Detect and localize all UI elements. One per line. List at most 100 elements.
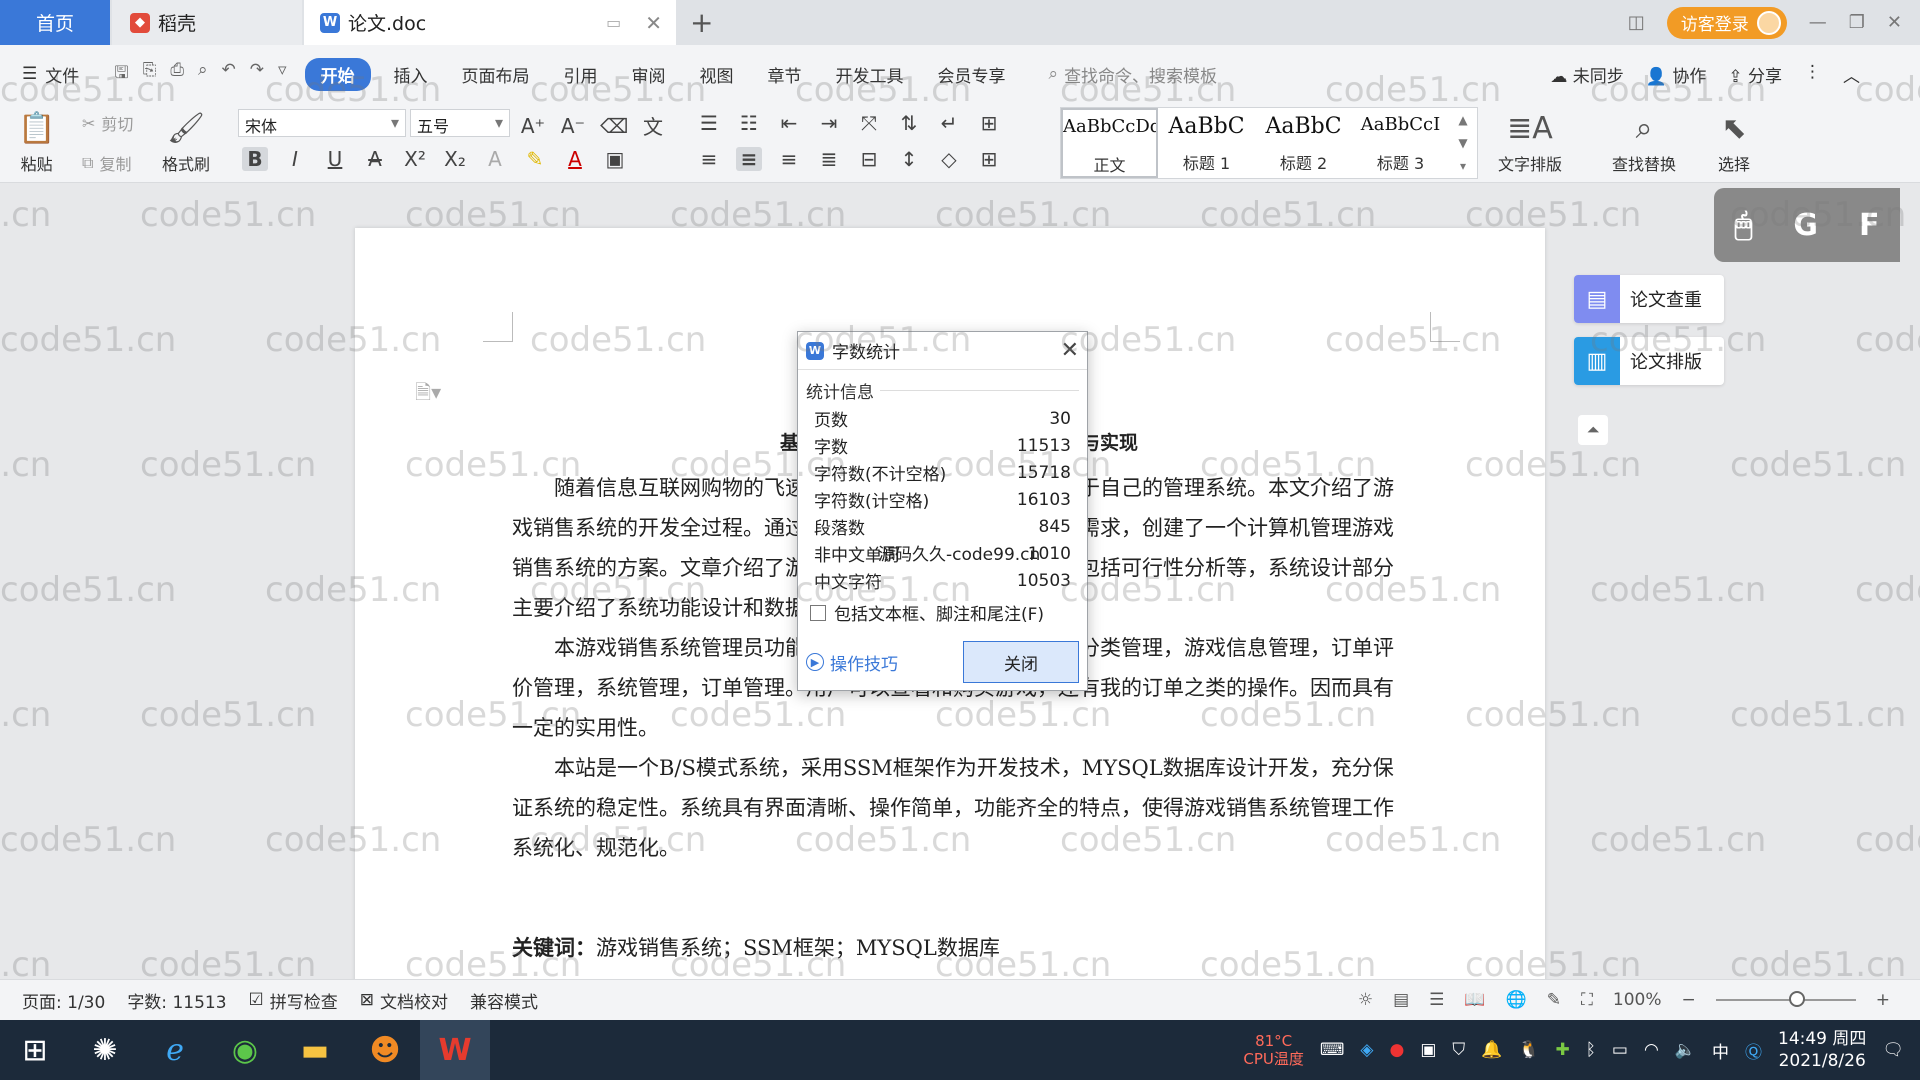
browser-360-icon[interactable]: ◉	[210, 1020, 280, 1080]
text-layout-button[interactable]: ≣A 文字排版	[1498, 107, 1562, 175]
collapse-panel-icon[interactable]: ⏶	[1578, 415, 1608, 445]
redo-icon[interactable]: ↷	[250, 60, 264, 89]
align-right-icon[interactable]: ≡	[776, 147, 802, 171]
phonetic-icon[interactable]: 文	[640, 111, 666, 140]
close-tab-icon[interactable]: ✕	[645, 11, 662, 35]
chinese-layout-icon[interactable]: ⤧	[856, 111, 882, 135]
style-heading-2[interactable]: AaBbC 标题 2	[1255, 108, 1352, 178]
select-button[interactable]: ⬉ 选择	[1718, 107, 1750, 175]
customize-dropdown-icon[interactable]: ▿	[278, 60, 287, 89]
print-icon[interactable]: ⎙	[170, 60, 184, 89]
highlight-icon[interactable]: ✎	[522, 147, 548, 171]
cpu-temperature[interactable]: 81°C CPU温度	[1243, 1032, 1304, 1068]
distribute-icon[interactable]: ⊟	[856, 147, 882, 171]
eye-protect-icon[interactable]: ☼	[1358, 990, 1373, 1010]
font-size-select[interactable]: 五号 ▾	[410, 109, 510, 137]
zoom-in-icon[interactable]: +	[1876, 990, 1890, 1010]
tray-volume-icon[interactable]: 🔈	[1675, 1040, 1696, 1060]
font-name-select[interactable]: 宋体 ▾	[238, 109, 406, 137]
tray-keyboard-icon[interactable]: ⌨	[1320, 1040, 1345, 1060]
file-explorer-icon[interactable]: ▬	[280, 1020, 350, 1080]
chevron-down-icon[interactable]: ▼	[1458, 136, 1467, 150]
float-f[interactable]: F	[1859, 208, 1880, 243]
tray-wifi-icon[interactable]: ◠	[1644, 1040, 1659, 1060]
system-clock[interactable]: 14:49 周四 2021/8/26	[1778, 1028, 1866, 1072]
checkbox-box[interactable]	[810, 604, 826, 621]
sync-status[interactable]: ☁ 未同步	[1550, 62, 1623, 87]
tab-daoke[interactable]: ◆ 稻壳	[112, 0, 302, 45]
tab-chapter[interactable]: 章节	[768, 62, 802, 87]
layout-switch-icon[interactable]: ◫	[1628, 12, 1645, 33]
superscript-icon[interactable]: X²	[402, 147, 428, 171]
shrink-font-icon[interactable]: A⁻	[560, 114, 586, 138]
chevron-up-icon[interactable]: ▲	[1458, 113, 1467, 127]
cut-button[interactable]: ✂ 剪切	[82, 111, 133, 135]
save-icon[interactable]: 🖫	[114, 60, 128, 89]
paper-check-button[interactable]: ▤ 论文查重	[1574, 275, 1724, 323]
share-button[interactable]: ⇪ 分享	[1728, 62, 1782, 87]
page-view-icon[interactable]: ▤	[1393, 990, 1409, 1010]
app-pinwheel-icon[interactable]: ✺	[70, 1020, 140, 1080]
word-count-indicator[interactable]: 字数: 11513	[127, 988, 226, 1013]
tab-references[interactable]: 引用	[564, 62, 598, 87]
page-indicator[interactable]: 页面: 1/30	[22, 988, 105, 1013]
float-g[interactable]: G	[1793, 208, 1818, 243]
page-doc-icon[interactable]: 🗎▾	[415, 378, 441, 412]
ime-indicator[interactable]: 中	[1712, 1038, 1729, 1063]
tray-bluetooth-icon[interactable]: ᛒ	[1586, 1040, 1596, 1060]
tray-bell-icon[interactable]: 🔔	[1481, 1040, 1502, 1060]
align-left-icon[interactable]: ≡	[696, 147, 722, 171]
collab-button[interactable]: 👤 协作	[1646, 62, 1707, 87]
mouse-icon[interactable]: 🖱	[1734, 208, 1752, 243]
tab-page-layout[interactable]: 页面布局	[462, 62, 530, 87]
grow-font-icon[interactable]: A⁺	[520, 114, 546, 138]
tray-battery-icon[interactable]: ▭	[1612, 1040, 1628, 1060]
outline-view-icon[interactable]: ☰	[1429, 990, 1444, 1010]
guest-login-button[interactable]: 访客登录	[1666, 6, 1787, 39]
zoom-out-icon[interactable]: −	[1682, 990, 1696, 1010]
italic-icon[interactable]: I	[282, 147, 308, 171]
file-menu[interactable]: ☰ 文件	[22, 62, 79, 87]
text-effect-icon[interactable]: A	[482, 147, 508, 171]
tray-app-icon[interactable]: ▣	[1420, 1040, 1436, 1060]
output-pdf-icon[interactable]: ⎘	[143, 60, 157, 89]
spell-check-button[interactable]: ☑ 拼写检查	[249, 988, 338, 1013]
increase-indent-icon[interactable]: ⇥	[816, 111, 842, 135]
more-icon[interactable]: ⋮	[1804, 62, 1821, 87]
bold-icon[interactable]: B	[242, 147, 268, 171]
tray-app-icon[interactable]: ✚	[1555, 1040, 1569, 1060]
tab-start[interactable]: 开始	[304, 57, 371, 91]
notification-center-icon[interactable]: 🗨	[1882, 1040, 1904, 1060]
fit-page-icon[interactable]: ⛶	[1581, 990, 1593, 1010]
command-search[interactable]: ⌕ 查找命令、搜索模板	[1049, 62, 1218, 87]
web-view-icon[interactable]: 🌐	[1506, 990, 1527, 1010]
show-marks-icon[interactable]: ↵	[936, 111, 962, 135]
underline-icon[interactable]: U	[322, 147, 348, 171]
line-spacing-icon[interactable]: ↕	[896, 147, 922, 171]
zoom-level[interactable]: 100%	[1613, 990, 1662, 1010]
tray-app-icon[interactable]: Ⓠ	[1745, 1038, 1762, 1063]
font-color-icon[interactable]: A	[562, 147, 588, 171]
restore-icon[interactable]: ❐	[1849, 12, 1865, 33]
windows-start-icon[interactable]: ⊞	[0, 1020, 70, 1080]
tray-shield-icon[interactable]: ⛉	[1452, 1040, 1465, 1060]
decrease-indent-icon[interactable]: ⇤	[776, 111, 802, 135]
proofread-button[interactable]: ⊠ 文档校对	[360, 988, 448, 1013]
tab-review[interactable]: 审阅	[632, 62, 666, 87]
char-border-icon[interactable]: ▣	[602, 147, 628, 171]
shading-icon[interactable]: ◇	[936, 147, 962, 171]
ie-browser-icon[interactable]: ℯ	[140, 1020, 210, 1080]
tray-app-icon[interactable]: ◈	[1360, 1040, 1373, 1060]
bullet-list-icon[interactable]: ☰	[696, 111, 722, 135]
collapse-ribbon-icon[interactable]: ︿	[1843, 62, 1860, 87]
align-center-icon[interactable]: ≡	[736, 147, 762, 171]
wps-writer-icon[interactable]: W	[420, 1020, 490, 1080]
tab-developer[interactable]: 开发工具	[836, 62, 904, 87]
styles-scroll[interactable]: ▲ ▼ ▾	[1449, 108, 1477, 178]
tab-document[interactable]: W 论文.doc ▭ ✕	[304, 0, 676, 45]
tab-member[interactable]: 会员专享	[938, 62, 1006, 87]
undo-icon[interactable]: ↶	[221, 60, 235, 89]
strikethrough-icon[interactable]: A	[362, 147, 388, 171]
style-normal[interactable]: AaBbCcDd 正文	[1061, 108, 1158, 178]
copy-button[interactable]: ⧉ 复制	[82, 151, 131, 175]
